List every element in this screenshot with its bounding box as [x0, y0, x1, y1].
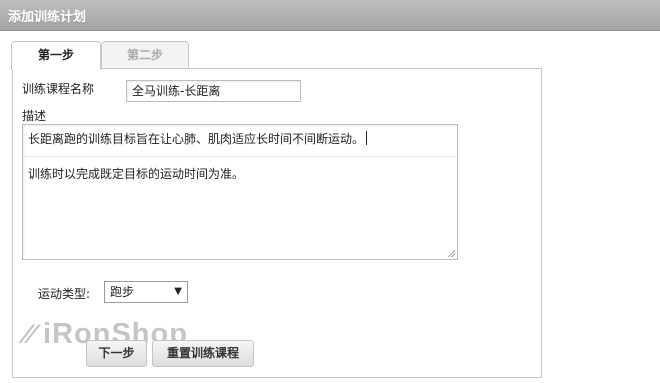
description-divider [24, 156, 456, 157]
title-bar: 添加训练计划 [0, 0, 660, 31]
resize-grip-icon[interactable] [447, 249, 455, 257]
tab-step-1[interactable]: 第一步 [11, 41, 101, 70]
course-name-input[interactable]: 全马训练-长距离 [126, 80, 301, 102]
sport-type-value: 跑步 [110, 285, 135, 299]
description-label: 描述 [22, 109, 47, 123]
description-line-1: 长距离跑的训练目标旨在让心肺、肌肉适应长时间不间断运动。 [28, 130, 368, 147]
text-caret [366, 131, 368, 145]
sport-type-label: 运动类型: [38, 287, 91, 301]
description-line-2: 训练时以完成既定目标的运动时间为准。 [28, 167, 245, 181]
tab-step-2[interactable]: 第二步 [101, 41, 189, 69]
watermark-mark-icon: ⁄⁄ [24, 319, 36, 349]
course-name-label: 训练课程名称 [22, 82, 95, 96]
chevron-down-icon: ▼ [174, 286, 182, 297]
reset-course-button[interactable]: 重置训练课程 [152, 340, 254, 367]
sport-type-select[interactable]: 跑步 ▼ [104, 281, 188, 303]
next-step-button[interactable]: 下一步 [86, 340, 147, 367]
page-title: 添加训练计划 [8, 10, 87, 25]
description-textarea[interactable]: 长距离跑的训练目标旨在让心肺、肌肉适应长时间不间断运动。 训练时以完成既定目标的… [22, 124, 458, 260]
